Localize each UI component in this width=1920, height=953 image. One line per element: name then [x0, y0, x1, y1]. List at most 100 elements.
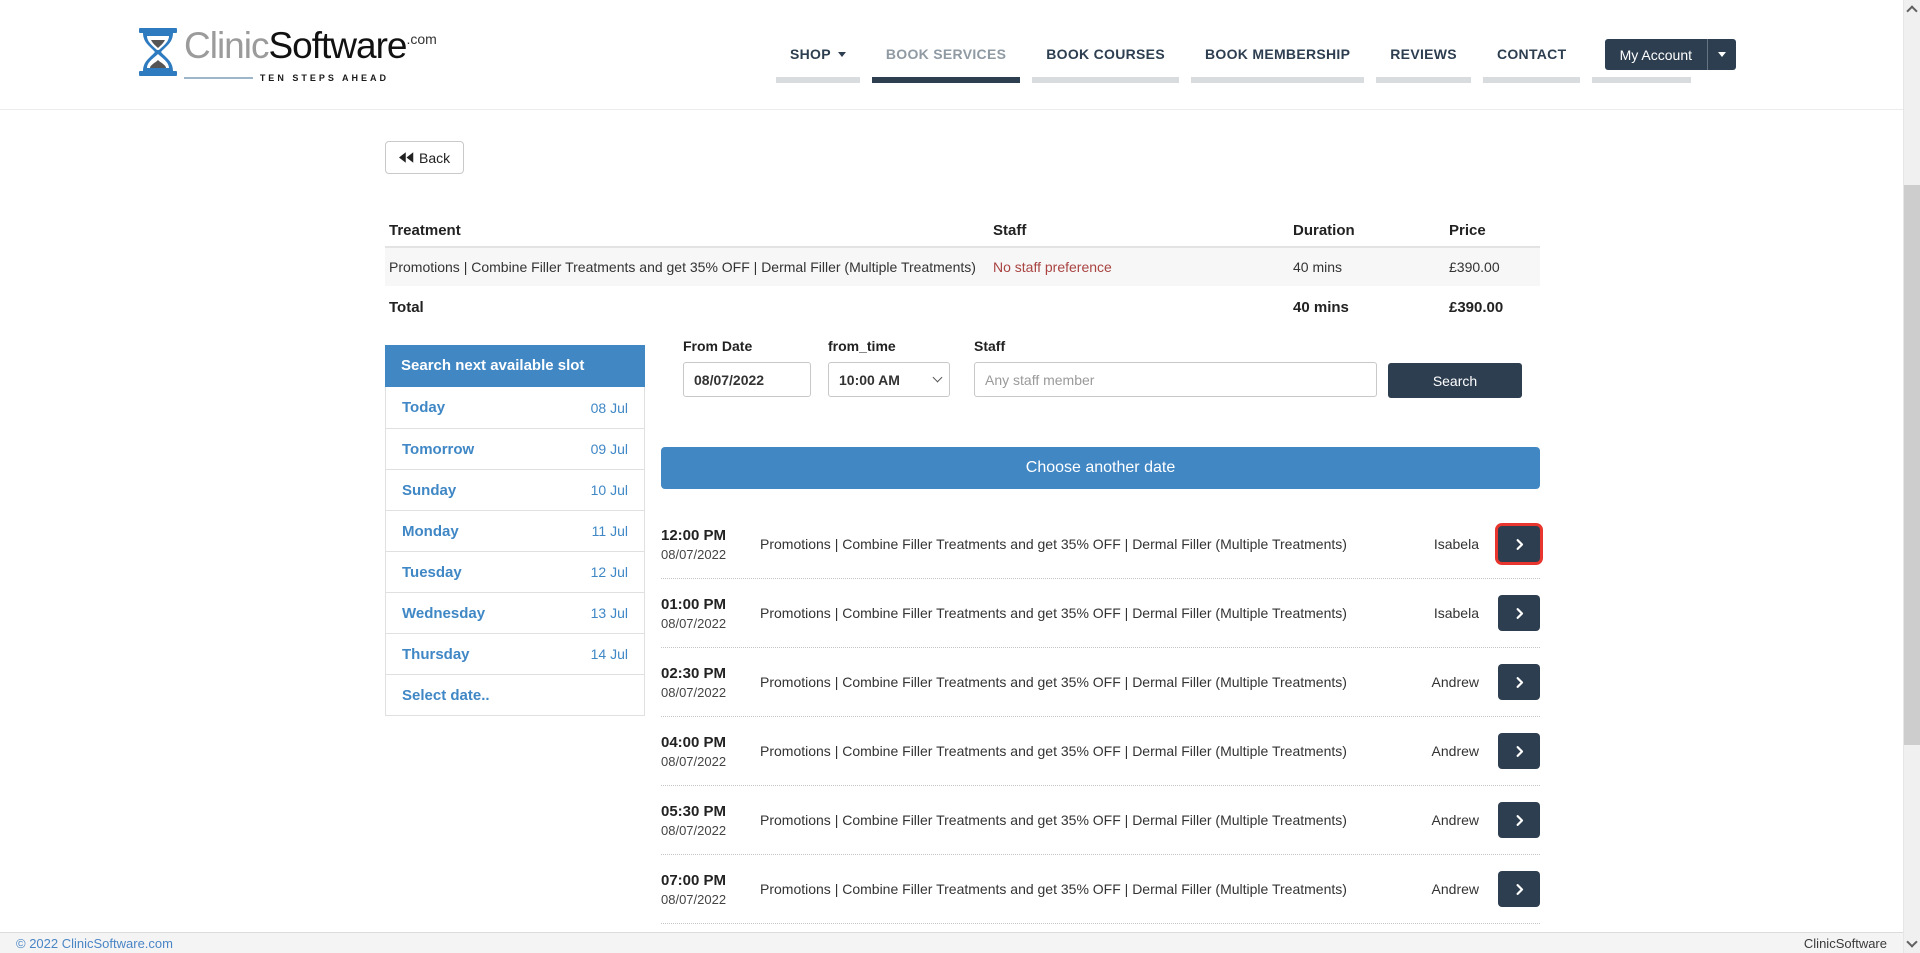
sidebar-date-label: Thursday	[402, 646, 470, 663]
nav-underline	[776, 77, 860, 83]
slot-time: 07:00 PM	[661, 872, 760, 889]
staff-input[interactable]	[974, 362, 1377, 397]
chevron-right-icon	[1512, 537, 1527, 552]
my-account-dropdown-toggle[interactable]	[1707, 39, 1736, 70]
sidebar-item-wednesday[interactable]: Wednesday 13 Jul	[386, 592, 644, 633]
nav-item-row: BOOK MEMBERSHIP	[1191, 46, 1364, 62]
slot-next-button[interactable]	[1498, 802, 1540, 838]
back-button[interactable]: Back	[385, 141, 464, 174]
total-duration: 40 mins	[1293, 299, 1449, 316]
slot-next-button[interactable]	[1498, 526, 1540, 562]
scrollbar-thumb[interactable]	[1904, 185, 1920, 745]
slot-next-button[interactable]	[1498, 595, 1540, 631]
sidebar-date-label: Tuesday	[402, 564, 462, 581]
column-header-price: Price	[1449, 222, 1540, 239]
slot-time: 01:00 PM	[661, 596, 760, 613]
slot-time: 04:00 PM	[661, 734, 760, 751]
search-button[interactable]: Search	[1388, 363, 1522, 398]
sidebar-title: Search next available slot	[385, 345, 645, 387]
tagline-row: TEN STEPS AHEAD	[184, 73, 389, 83]
nav-item-reviews[interactable]: REVIEWS	[1376, 46, 1471, 83]
chevron-right-icon	[1512, 813, 1527, 828]
sidebar-item-tuesday[interactable]: Tuesday 12 Jul	[386, 551, 644, 592]
nav-item-book-services[interactable]: BOOK SERVICES	[872, 46, 1020, 83]
my-account-button[interactable]: My Account	[1605, 39, 1736, 70]
back-button-label: Back	[419, 150, 450, 166]
nav-item-label: SHOP	[790, 46, 831, 62]
order-table-total-row: Total 40 mins £390.00	[385, 286, 1540, 328]
vertical-scrollbar[interactable]	[1903, 0, 1920, 953]
slot-time: 05:30 PM	[661, 803, 760, 820]
slot-when: 04:00 PM 08/07/2022	[661, 734, 760, 769]
slot-date: 08/07/2022	[661, 754, 760, 769]
tagline-line	[184, 77, 253, 79]
footer-copyright-link[interactable]: © 2022 ClinicSoftware.com	[16, 936, 173, 951]
slot-next-button[interactable]	[1498, 871, 1540, 907]
nav-item-label: BOOK SERVICES	[886, 46, 1006, 62]
chevron-right-icon	[1512, 882, 1527, 897]
slot-next-button[interactable]	[1498, 733, 1540, 769]
from-date-input[interactable]	[683, 362, 811, 397]
sidebar-date-value: 14 Jul	[591, 646, 628, 662]
slot-staff: Andrew	[1384, 812, 1479, 828]
slot-row: 02:30 PM 08/07/2022 Promotions | Combine…	[661, 648, 1540, 717]
logo[interactable]: ClinicSoftware.com TEN STEPS AHEAD	[138, 28, 437, 83]
scrollbar-down-icon[interactable]	[1906, 936, 1917, 947]
nav-underline	[872, 77, 1020, 83]
nav-item-shop[interactable]: SHOP	[776, 46, 860, 83]
nav-item-label: CONTACT	[1497, 46, 1567, 62]
nav-item-book-courses[interactable]: BOOK COURSES	[1032, 46, 1179, 83]
sidebar-item-thursday[interactable]: Thursday 14 Jul	[386, 633, 644, 674]
nav-item-book-membership[interactable]: BOOK MEMBERSHIP	[1191, 46, 1364, 83]
footer-brand: ClinicSoftware	[1804, 936, 1887, 951]
staff-group: Staff	[974, 338, 1377, 397]
scrollbar-up-icon[interactable]	[1906, 5, 1917, 16]
sidebar-item-tomorrow[interactable]: Tomorrow 09 Jul	[386, 428, 644, 469]
sidebar-item-today[interactable]: Today 08 Jul	[386, 387, 644, 428]
nav-item-contact[interactable]: CONTACT	[1483, 46, 1581, 83]
slot-next-button[interactable]	[1498, 664, 1540, 700]
sidebar-item-monday[interactable]: Monday 11 Jul	[386, 510, 644, 551]
chevron-right-icon	[1512, 744, 1527, 759]
slot-row: 12:00 PM 08/07/2022 Promotions | Combine…	[661, 510, 1540, 579]
total-price: £390.00	[1449, 299, 1540, 316]
slot-treatment: Promotions | Combine Filler Treatments a…	[760, 605, 1384, 621]
slot-treatment: Promotions | Combine Filler Treatments a…	[760, 812, 1384, 828]
order-treatment: Promotions | Combine Filler Treatments a…	[385, 259, 993, 275]
slot-time: 12:00 PM	[661, 527, 760, 544]
slot-treatment: Promotions | Combine Filler Treatments a…	[760, 743, 1384, 759]
caret-down-icon	[838, 52, 846, 57]
slot-treatment: Promotions | Combine Filler Treatments a…	[760, 536, 1384, 552]
slot-row: 01:00 PM 08/07/2022 Promotions | Combine…	[661, 579, 1540, 648]
sidebar-date-value: 08 Jul	[591, 400, 628, 416]
sidebar-date-label: Wednesday	[402, 605, 485, 622]
my-account-label: My Account	[1605, 39, 1707, 70]
order-table-header: Treatment Staff Duration Price	[385, 214, 1540, 248]
from-date-group: From Date	[683, 338, 811, 397]
sidebar-date-value: 10 Jul	[591, 482, 628, 498]
slot-when: 02:30 PM 08/07/2022	[661, 665, 760, 700]
sidebar-date-label: Today	[402, 399, 445, 416]
from-time-select[interactable]: 10:00 AM	[828, 362, 950, 397]
slot-staff: Andrew	[1384, 743, 1479, 759]
slot-date: 08/07/2022	[661, 547, 760, 562]
slot-row: 07:00 PM 08/07/2022 Promotions | Combine…	[661, 855, 1540, 924]
nav-underline	[1592, 77, 1691, 83]
choose-another-date-button[interactable]: Choose another date	[661, 447, 1540, 489]
from-time-group: from_time 10:00 AM	[828, 338, 950, 397]
column-header-duration: Duration	[1293, 222, 1449, 239]
nav-underline	[1191, 77, 1364, 83]
slot-when: 01:00 PM 08/07/2022	[661, 596, 760, 631]
site-header: ClinicSoftware.com TEN STEPS AHEAD SHOP …	[0, 0, 1903, 110]
sidebar-date-label: Monday	[402, 523, 459, 540]
sidebar-date-value: 09 Jul	[591, 441, 628, 457]
slot-staff: Isabela	[1384, 605, 1479, 621]
slot-treatment: Promotions | Combine Filler Treatments a…	[760, 674, 1384, 690]
nav-item-label: BOOK COURSES	[1046, 46, 1165, 62]
sidebar-item-sunday[interactable]: Sunday 10 Jul	[386, 469, 644, 510]
slot-date: 08/07/2022	[661, 892, 760, 907]
nav-underline	[1032, 77, 1179, 83]
order-duration: 40 mins	[1293, 259, 1449, 275]
next-slot-sidebar: Search next available slot Today 08 Jul …	[385, 345, 645, 716]
sidebar-item-select-date[interactable]: Select date..	[386, 674, 644, 715]
